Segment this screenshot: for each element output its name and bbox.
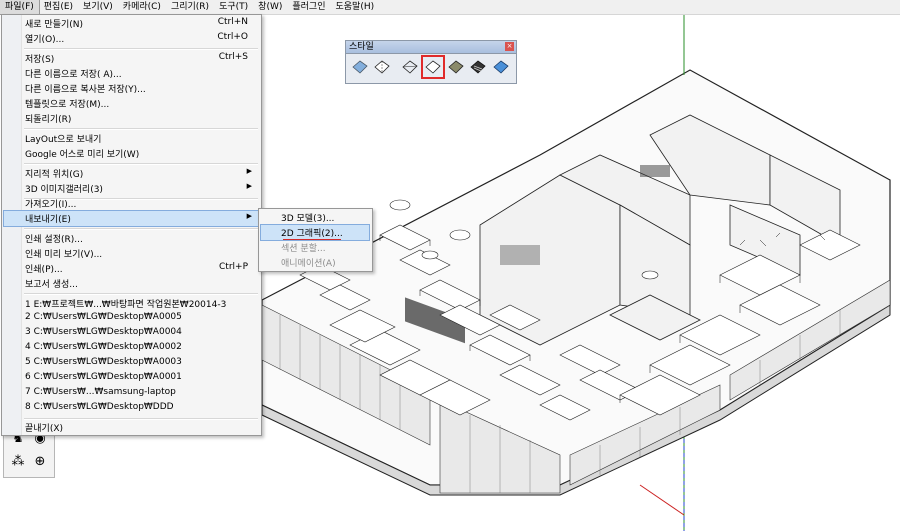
menu-item-label: 다른 이름으로 복사본 저장(Y)... (25, 85, 146, 95)
menu-item-label: 인쇄 설정(R)... (25, 235, 83, 245)
menu-draw[interactable]: 그리기(R) (166, 0, 214, 14)
menu-item-recent-file[interactable]: 1 E:₩프로젝트₩...₩바탕파면 작업원본₩20014-3 (4, 296, 258, 311)
wireframe-style-icon[interactable] (400, 57, 420, 77)
hidden-line-style-icon[interactable] (421, 55, 445, 79)
menu-item-label: 새로 만들기(N) (25, 20, 84, 30)
menu-separator (24, 293, 258, 295)
styles-toolbar-titlebar[interactable]: 스타일 × (346, 41, 516, 54)
menu-item-save-as-template[interactable]: 템플릿으로 저장(M)... (4, 96, 258, 111)
menu-help[interactable]: 도움말(H) (331, 0, 380, 14)
menu-item-recent-file[interactable]: 4 C:₩Users₩LG₩Desktop₩A0002 (4, 341, 258, 356)
menu-bar: 파일(F) 편집(E) 보기(V) 카메라(C) 그리기(R) 도구(T) 창(… (0, 0, 900, 15)
submenu-arrow-icon: ▶ (246, 212, 252, 220)
close-icon[interactable]: × (505, 42, 514, 51)
menu-item-label: 저장(S) (25, 55, 55, 65)
menu-item-label: 되돌리기(R) (25, 115, 72, 125)
export-submenu: 3D 모델(3)... 2D 그래픽(2)... 섹션 분할... 애니메이션(… (258, 208, 373, 272)
menu-item-label: 5 C:₩Users₩LG₩Desktop₩A0003 (25, 357, 182, 367)
menu-item-label: 8 C:₩Users₩LG₩Desktop₩DDD (25, 402, 174, 412)
menu-item-generate-report[interactable]: 보고서 생성... (4, 276, 258, 291)
styles-toolbar: 스타일 × (345, 40, 517, 84)
menu-item-recent-file[interactable]: 7 C:₩Users₩...₩samsung-laptop (4, 386, 258, 401)
menu-item-label: 7 C:₩Users₩...₩samsung-laptop (25, 387, 176, 397)
submenu-item-animation: 애니메이션(A) (261, 255, 369, 270)
shaded-textures-style-icon[interactable] (468, 57, 488, 77)
menu-item-label: LayOut으로 보내기 (25, 135, 102, 145)
submenu-arrow-icon: ▶ (246, 167, 252, 175)
menu-item-label: 지리적 위치(G) (25, 170, 84, 180)
menu-edit[interactable]: 편집(E) (39, 0, 78, 14)
footprints-icon[interactable]: ⁂ (8, 452, 28, 472)
back-edges-style-icon[interactable] (372, 57, 392, 77)
menu-item-recent-file[interactable]: 6 C:₩Users₩LG₩Desktop₩A0001 (4, 371, 258, 386)
menu-item-shortcut: Ctrl+P (219, 262, 248, 272)
menu-view[interactable]: 보기(V) (78, 0, 118, 14)
menu-item-3d-warehouse[interactable]: 3D 이미지갤러리(3) ▶ (4, 181, 258, 196)
menu-item-label: 2D 그래픽(2)... (281, 229, 343, 239)
menu-window[interactable]: 창(W) (253, 0, 287, 14)
menu-item-recent-file[interactable]: 5 C:₩Users₩LG₩Desktop₩A0003 (4, 356, 258, 371)
menu-item-send-to-layout[interactable]: LayOut으로 보내기 (4, 131, 258, 146)
xray-style-icon[interactable] (350, 57, 370, 77)
menu-item-print-setup[interactable]: 인쇄 설정(R)... (4, 231, 258, 246)
menu-item-save-as[interactable]: 다른 이름으로 저장( A)... (4, 66, 258, 81)
menu-item-save[interactable]: 저장(S) Ctrl+S (4, 51, 258, 66)
menu-item-geo-location[interactable]: 지리적 위치(G) ▶ (4, 166, 258, 181)
menu-item-label: 1 E:₩프로젝트₩...₩바탕파면 작업원본₩20014-3 (25, 300, 227, 310)
menu-file[interactable]: 파일(F) (0, 0, 40, 15)
menu-item-label: 열기(O)... (25, 35, 65, 45)
menu-item-recent-file[interactable]: 8 C:₩Users₩LG₩Desktop₩DDD (4, 401, 258, 416)
menu-item-label: 가져오기(I)... (25, 200, 77, 210)
menu-item-label: 다른 이름으로 저장( A)... (25, 70, 122, 80)
menu-camera[interactable]: 카메라(C) (118, 0, 166, 14)
menu-item-label: 내보내기(E) (25, 215, 71, 225)
menu-item-new[interactable]: 새로 만들기(N) Ctrl+N (4, 16, 258, 31)
menu-item-label: Google 어스로 미리 보기(W) (25, 150, 140, 160)
menu-separator (24, 128, 258, 130)
menu-item-shortcut: Ctrl+O (217, 32, 248, 42)
menu-item-shortcut: Ctrl+S (218, 52, 248, 62)
menu-item-label: 3D 모델(3)... (281, 214, 335, 224)
menu-item-recent-file[interactable]: 2 C:₩Users₩LG₩Desktop₩A0005 (4, 311, 258, 326)
menu-item-open[interactable]: 열기(O)... Ctrl+O (4, 31, 258, 46)
shaded-style-icon[interactable] (446, 57, 466, 77)
submenu-item-2d-graphic[interactable]: 2D 그래픽(2)... (260, 224, 370, 241)
menu-item-revert[interactable]: 되돌리기(R) (4, 111, 258, 126)
menu-separator (24, 48, 258, 50)
menu-item-label: 4 C:₩Users₩LG₩Desktop₩A0002 (25, 342, 182, 352)
menu-item-import[interactable]: 가져오기(I)... (4, 196, 258, 211)
menu-item-save-copy-as[interactable]: 다른 이름으로 복사본 저장(Y)... (4, 81, 258, 96)
menu-item-label: 섹션 분할... (281, 244, 326, 254)
menu-item-exit[interactable]: 끝내기(X) (4, 420, 258, 435)
menu-item-shortcut: Ctrl+N (217, 17, 248, 27)
menu-separator (24, 163, 258, 165)
menu-item-label: 끝내기(X) (25, 424, 64, 434)
menu-item-export[interactable]: 내보내기(E) ▶ (3, 210, 259, 227)
menu-item-label: 6 C:₩Users₩LG₩Desktop₩A0001 (25, 372, 182, 382)
menu-item-label: 3D 이미지갤러리(3) (25, 185, 103, 195)
submenu-arrow-icon: ▶ (246, 182, 252, 190)
menu-tools[interactable]: 도구(T) (214, 0, 253, 14)
menu-item-print[interactable]: 인쇄(P)... Ctrl+P (4, 261, 258, 276)
menu-item-label: 인쇄 미리 보기(V)... (25, 250, 103, 260)
menu-item-preview-google-earth[interactable]: Google 어스로 미리 보기(W) (4, 146, 258, 161)
styles-toolbar-title: 스타일 (349, 42, 374, 52)
menu-item-recent-file[interactable]: 3 C:₩Users₩LG₩Desktop₩A0004 (4, 326, 258, 341)
submenu-item-3d-model[interactable]: 3D 모델(3)... (261, 210, 369, 225)
menu-item-label: 인쇄(P)... (25, 265, 63, 275)
menu-separator (24, 228, 258, 230)
menu-item-print-preview[interactable]: 인쇄 미리 보기(V)... (4, 246, 258, 261)
menu-item-label: 애니메이션(A) (281, 259, 336, 269)
position-camera-icon[interactable]: ⊕ (30, 452, 50, 472)
menu-item-label: 2 C:₩Users₩LG₩Desktop₩A0005 (25, 312, 182, 322)
file-menu: 새로 만들기(N) Ctrl+N 열기(O)... Ctrl+O 저장(S) C… (1, 14, 262, 436)
monochrome-style-icon[interactable] (491, 57, 511, 77)
menu-item-label: 3 C:₩Users₩LG₩Desktop₩A0004 (25, 327, 182, 337)
menu-item-label: 템플릿으로 저장(M)... (25, 100, 110, 110)
submenu-item-section-slice: 섹션 분할... (261, 240, 369, 255)
menu-plugins[interactable]: 플러그인 (287, 0, 330, 14)
menu-item-label: 보고서 생성... (25, 280, 78, 290)
